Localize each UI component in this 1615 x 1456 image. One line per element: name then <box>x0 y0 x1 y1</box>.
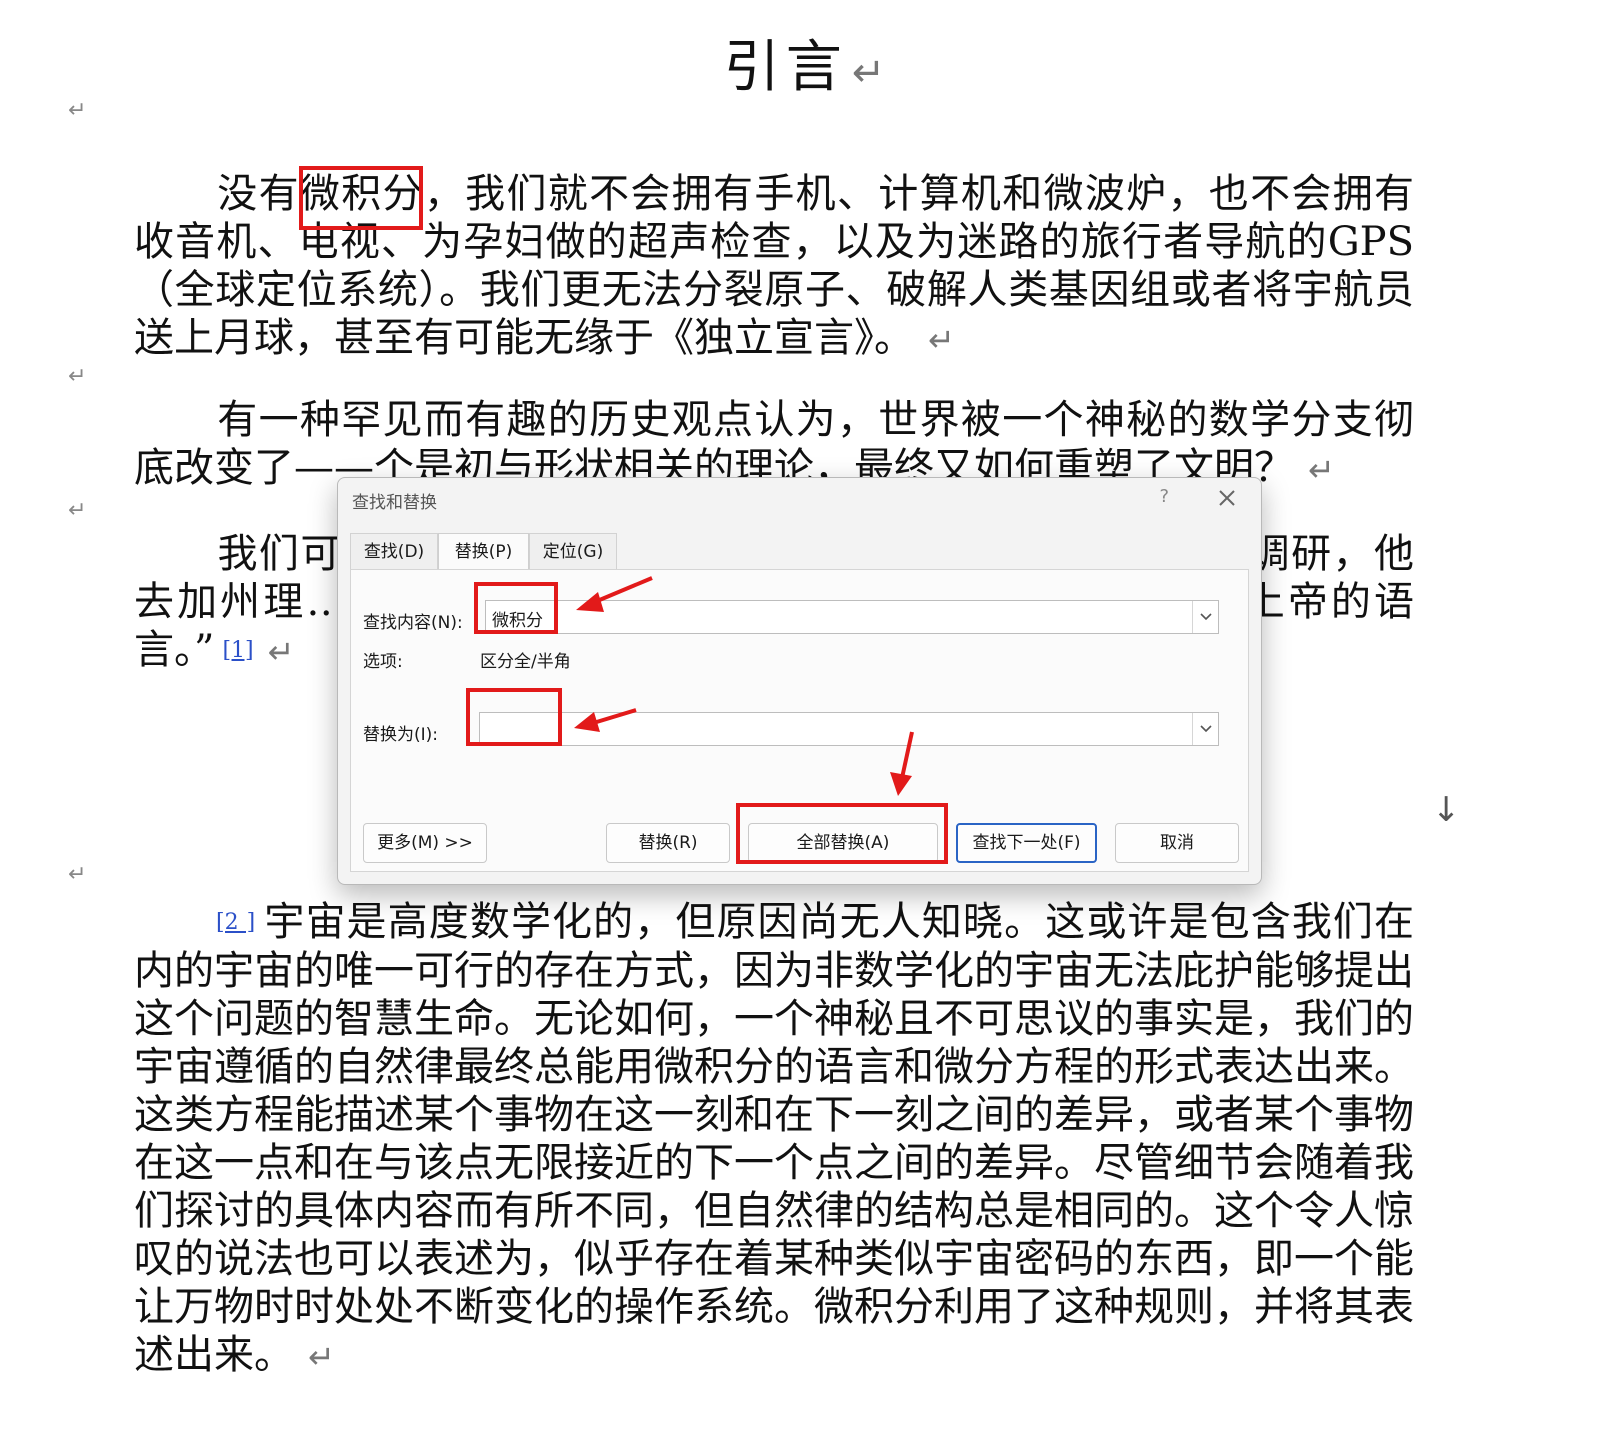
arrow-to-find-field <box>576 576 653 612</box>
arrow-to-replace-all <box>890 731 914 796</box>
annotation-arrows <box>574 576 914 796</box>
arrow-to-replace-field <box>574 708 637 732</box>
